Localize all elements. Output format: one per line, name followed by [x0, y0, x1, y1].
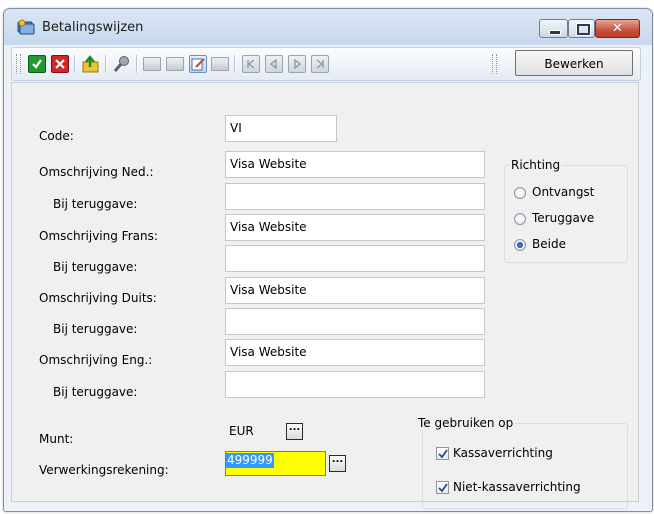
niet-kassaverrichting-label[interactable]: Niet-kassaverrichting [453, 480, 581, 494]
ontvangst-radio[interactable] [514, 187, 526, 199]
minimize-icon [549, 30, 561, 35]
kassaverrichting-label[interactable]: Kassaverrichting [453, 446, 553, 460]
last-icon[interactable] [311, 55, 329, 73]
title-bar: Betalingswijzen ✕ [4, 9, 652, 45]
eng-teruggave-label: Bij teruggave: [53, 385, 138, 399]
ok-icon[interactable] [28, 55, 46, 73]
duits-teruggave-field[interactable] [225, 308, 485, 335]
omschrijving-duits-label: Omschrijving Duits: [39, 291, 157, 305]
beide-label[interactable]: Beide [532, 237, 566, 251]
ned-teruggave-label: Bij teruggave: [53, 197, 138, 211]
teruggave-label[interactable]: Teruggave [532, 211, 594, 225]
app-icon [17, 19, 35, 35]
munt-label: Munt: [39, 432, 74, 446]
toolbar-grip[interactable] [16, 54, 21, 74]
richting-title: Richting [509, 158, 563, 172]
te-gebruiken-op-group [422, 423, 628, 509]
toolbar-separator [74, 55, 76, 73]
code-label: Code: [39, 129, 74, 143]
duits-teruggave-label: Bij teruggave: [53, 322, 138, 336]
folder-icon[interactable] [143, 57, 161, 71]
omschrijving-ned-field[interactable]: Visa Website [225, 151, 485, 178]
verwerkingsrekening-label: Verwerkingsrekening: [39, 463, 169, 477]
previous-icon[interactable] [265, 55, 283, 73]
folder-copy-icon[interactable] [166, 57, 184, 71]
close-icon: ✕ [612, 21, 623, 36]
omschrijving-eng-label: Omschrijving Eng.: [39, 353, 153, 367]
verwerkingsrekening-browse-button[interactable]: ... [329, 455, 346, 472]
next-icon[interactable] [288, 55, 306, 73]
frans-teruggave-field[interactable] [225, 245, 485, 272]
omschrijving-frans-field[interactable]: Visa Website [225, 214, 485, 241]
kassaverrichting-checkbox[interactable] [436, 447, 449, 460]
niet-kassaverrichting-checkbox[interactable] [436, 481, 449, 494]
code-field[interactable]: VI [225, 115, 337, 142]
toolbar-separator [136, 55, 138, 73]
ned-teruggave-field[interactable] [225, 183, 485, 210]
folder-closed-icon[interactable] [211, 57, 229, 71]
toolbar: Bewerken [11, 47, 641, 81]
omschrijving-ned-label: Omschrijving Ned.: [39, 165, 154, 179]
frans-teruggave-label: Bij teruggave: [53, 260, 138, 274]
munt-browse-button[interactable]: ... [286, 423, 303, 440]
teruggave-radio[interactable] [514, 213, 526, 225]
maximize-icon [577, 24, 590, 35]
toolbar-separator [234, 55, 236, 73]
toolbar-grip[interactable] [492, 54, 497, 74]
window: Betalingswijzen ✕ Bewerken Code: VI Omsc… [3, 8, 653, 512]
maximize-button[interactable] [568, 19, 595, 38]
toolbar-separator [105, 55, 107, 73]
edit-icon[interactable] [189, 55, 207, 73]
verwerkingsrekening-field[interactable]: 499999 [225, 451, 326, 476]
omschrijving-frans-label: Omschrijving Frans: [39, 229, 158, 243]
munt-field[interactable]: EUR [225, 419, 283, 446]
first-icon[interactable] [242, 55, 260, 73]
export-icon[interactable] [82, 55, 100, 73]
beide-radio[interactable] [514, 239, 526, 251]
minimize-button[interactable] [539, 19, 568, 38]
window-title: Betalingswijzen [42, 20, 144, 35]
close-button[interactable]: ✕ [595, 19, 640, 38]
omschrijving-duits-field[interactable]: Visa Website [225, 277, 485, 304]
cancel-icon[interactable] [51, 55, 69, 73]
eng-teruggave-field[interactable] [225, 371, 485, 398]
te-gebruiken-op-title: Te gebruiken op [416, 416, 516, 430]
omschrijving-eng-field[interactable]: Visa Website [225, 339, 485, 366]
ontvangst-label[interactable]: Ontvangst [532, 185, 594, 199]
search-icon[interactable] [113, 55, 131, 73]
form-panel: Code: VI Omschrijving Ned.: Visa Website… [11, 82, 639, 509]
verwerkingsrekening-value: 499999 [226, 453, 274, 468]
edit-button[interactable]: Bewerken [515, 50, 633, 76]
